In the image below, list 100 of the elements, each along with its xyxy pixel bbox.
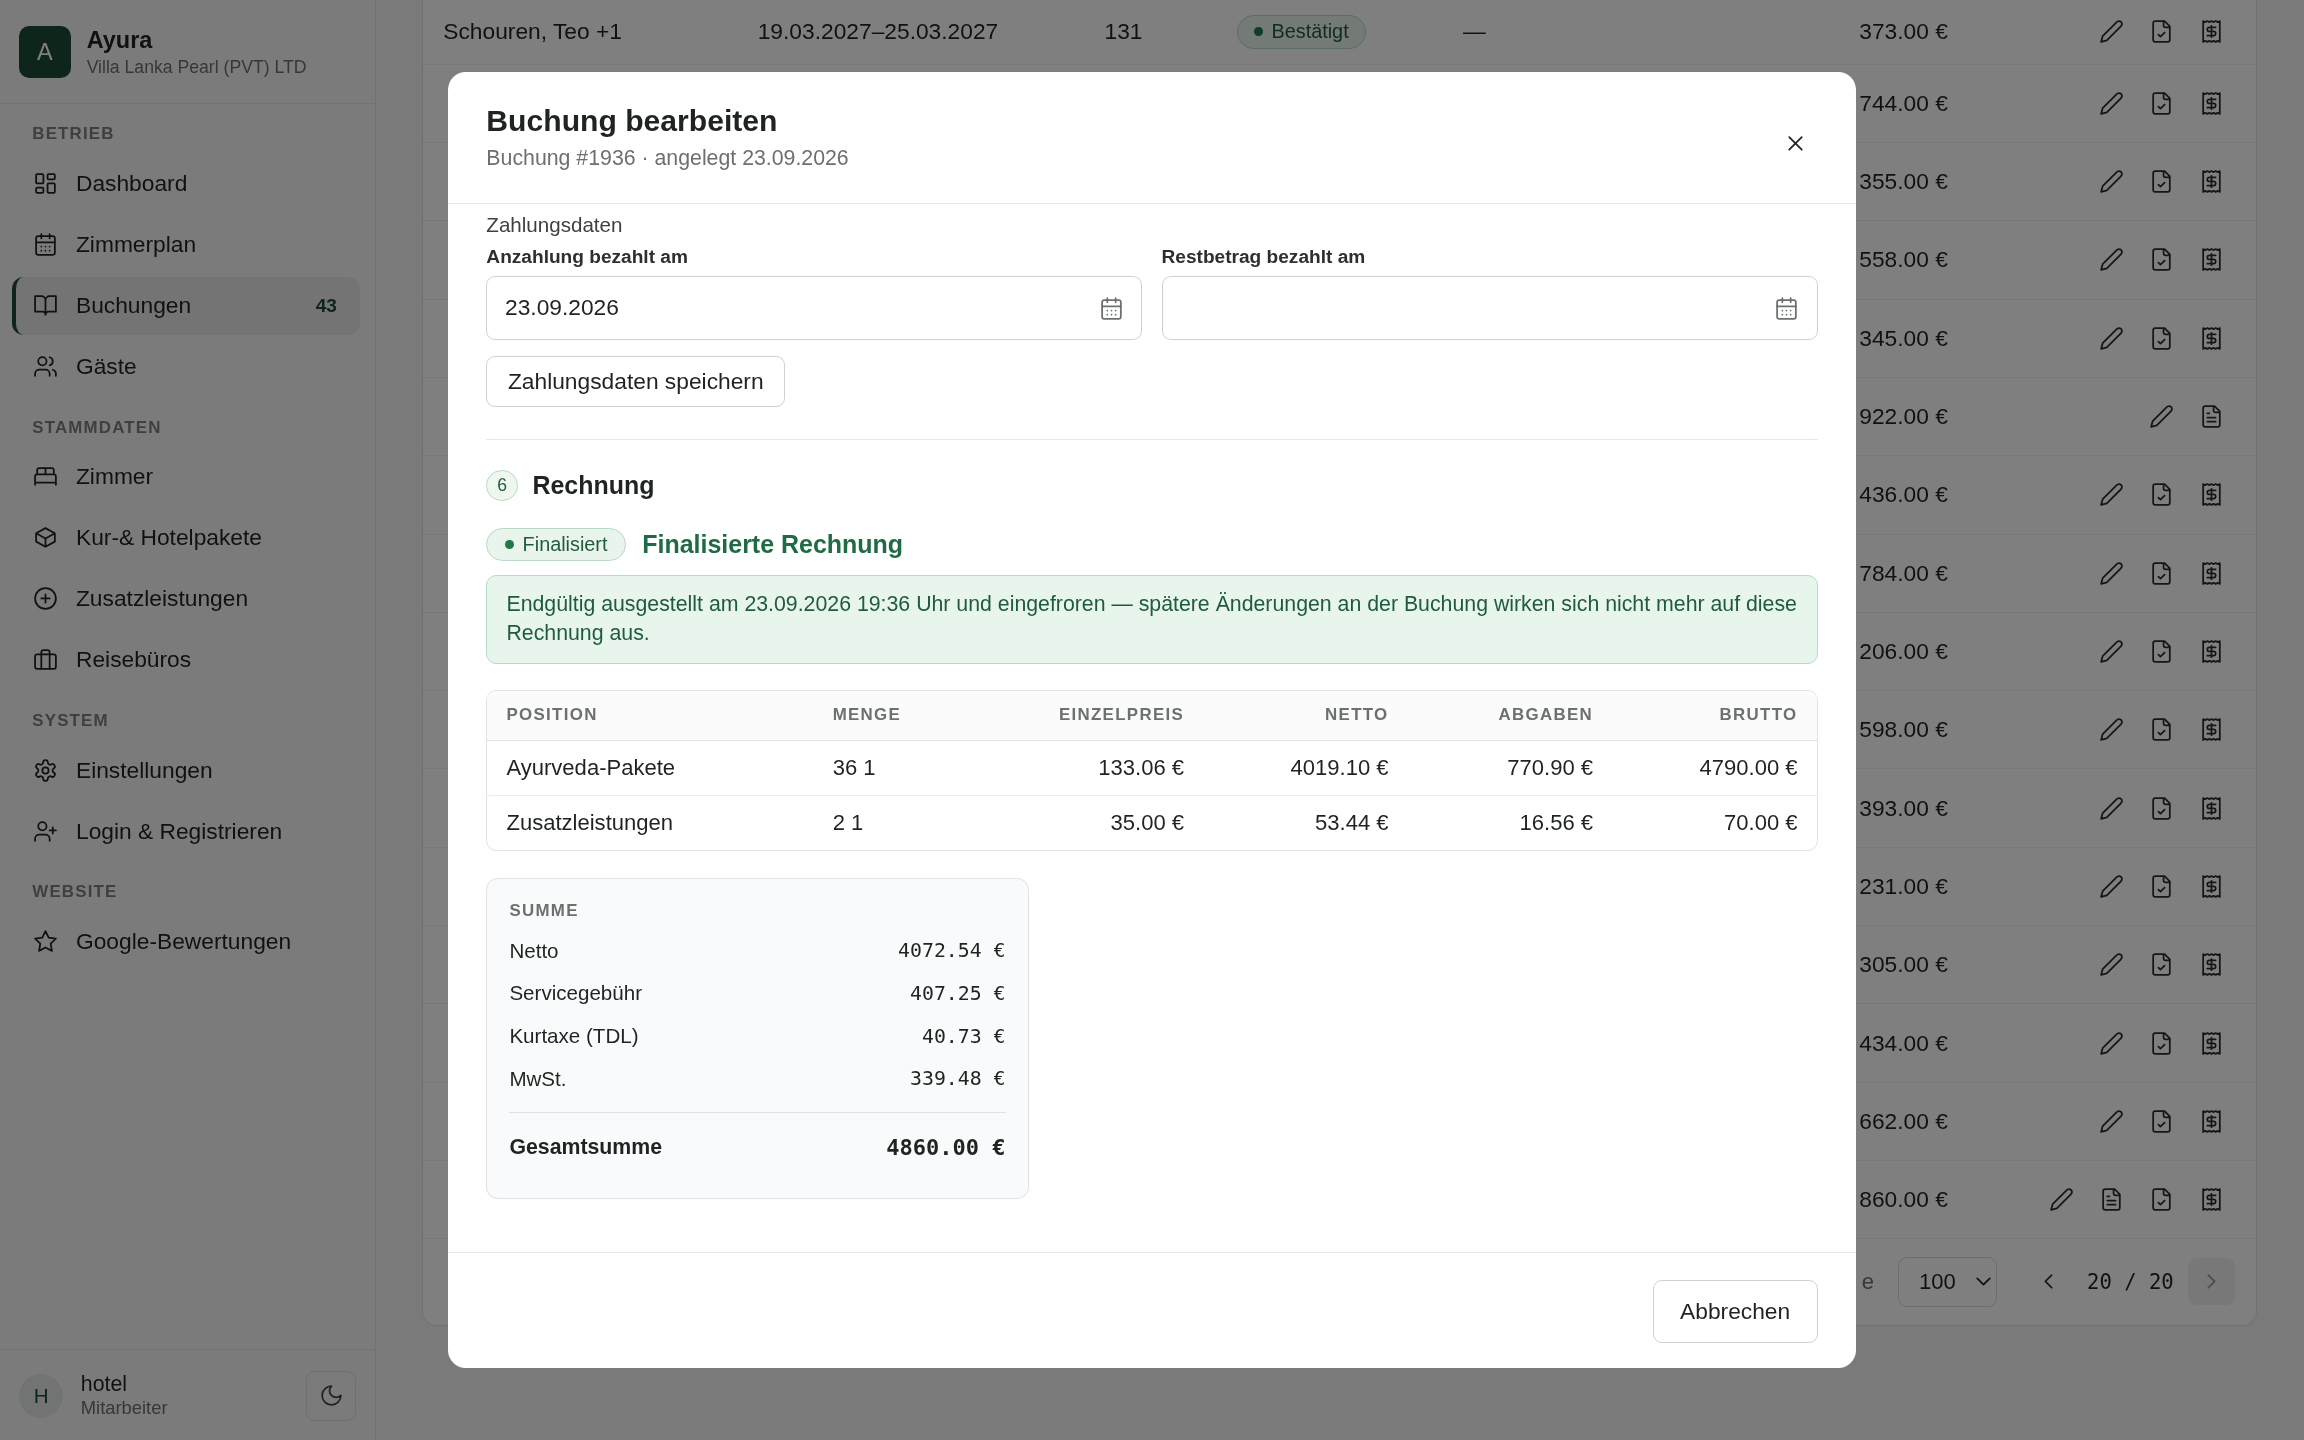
column-header: ABGABEN: [1498, 705, 1594, 725]
table-cell: Ayurveda-Pakete: [506, 754, 676, 780]
briefcase-icon: [33, 647, 59, 673]
summary-value: 407.25 €: [910, 981, 1006, 1005]
pencil-icon[interactable]: [2098, 1108, 2124, 1134]
section-heading: STAMMDATEN: [31, 416, 163, 439]
user-avatar: H: [19, 1373, 64, 1418]
table-cell: 598.00 €: [1859, 716, 1948, 743]
pencil-icon[interactable]: [2098, 717, 2124, 743]
nav-item[interactable]: Google-Bewertungen: [11, 912, 361, 971]
dialog-title: Buchung bearbeiten: [486, 104, 779, 139]
calendar-icon: [33, 232, 59, 258]
nav-item[interactable]: Zimmer: [11, 447, 361, 506]
section-heading: BETRIEB: [31, 123, 116, 146]
table-cell: Schouren, Teo +1: [443, 18, 622, 45]
date-input-field[interactable]: 23.09.2026: [486, 276, 1143, 340]
table-cell: 373.00 €: [1859, 18, 1948, 45]
pencil-icon[interactable]: [2098, 795, 2124, 821]
footer-label: e: [1861, 1268, 1875, 1295]
page-size-select[interactable]: 100: [1897, 1256, 1998, 1307]
moon-icon: [318, 1383, 344, 1409]
save-button[interactable]: Zahlungsdaten speichern: [486, 355, 786, 408]
summary-label: Kurtaxe (TDL): [509, 1024, 639, 1049]
summary-value: 4072.54 €: [898, 939, 1006, 963]
cube-icon: [33, 525, 59, 551]
table-cell: 662.00 €: [1859, 1107, 1948, 1134]
table-cell: 434.00 €: [1859, 1029, 1948, 1056]
pencil-icon[interactable]: [2098, 639, 2124, 664]
section-heading: SYSTEM: [31, 709, 110, 732]
section-heading: Zahlungsdaten: [486, 212, 624, 237]
pencil-icon[interactable]: [2098, 169, 2124, 195]
table-cell: 922.00 €: [1859, 403, 1948, 430]
page-indicator: 20 / 20: [2087, 1269, 2174, 1294]
table-cell: 19.03.2027–25.03.2027: [757, 18, 999, 45]
table-cell: 131: [1104, 18, 1143, 45]
nav-item[interactable]: Zusatzleistungen: [11, 569, 361, 628]
table-cell: 393.00 €: [1859, 794, 1948, 821]
field-label: Anzahlung bezahlt am: [486, 245, 689, 268]
table-cell: Zusatzleistungen: [506, 810, 673, 836]
plus-circle-icon: [33, 586, 59, 612]
step-number: 6: [486, 469, 518, 502]
dialog-subtitle: Buchung #1936 · angelegt 23.09.2026: [486, 145, 849, 171]
cancel-button[interactable]: Abbrechen: [1652, 1279, 1818, 1344]
column-header: POSITION: [506, 705, 598, 725]
company-name: Villa Lanka Pearl (PVT) LTD: [86, 56, 307, 78]
pencil-icon[interactable]: [2048, 1187, 2074, 1213]
total-label: Gesamtsumme: [509, 1135, 663, 1161]
pencil-icon[interactable]: [2098, 560, 2124, 586]
table-cell: 436.00 €: [1859, 481, 1948, 508]
table-cell: 784.00 €: [1859, 559, 1948, 586]
pencil-icon[interactable]: [2098, 90, 2124, 116]
grid-icon: [33, 171, 59, 197]
status-badge: Finalisiert: [486, 527, 627, 562]
pencil-icon[interactable]: [2098, 482, 2124, 508]
pencil-icon[interactable]: [2098, 873, 2124, 899]
logo-badge: A: [19, 26, 71, 78]
info-notice: Endgültig ausgestellt am 23.09.2026 19:36 Uhr und eingefroren — spätere Änderungen an der Buchung wirken sich nicht mehr auf diese Rechnung aus.: [486, 574, 1818, 664]
column-header: NETTO: [1325, 705, 1389, 725]
settings-icon: [33, 757, 59, 783]
table-cell: 305.00 €: [1859, 951, 1948, 978]
pencil-icon[interactable]: [2098, 247, 2124, 273]
pencil-icon[interactable]: [2098, 1030, 2124, 1056]
table-cell: 36 1: [832, 754, 876, 780]
table-cell: 70.00 €: [1724, 810, 1798, 836]
summary-value: 339.48 €: [910, 1067, 1006, 1091]
table-cell: 16.56 €: [1519, 810, 1594, 836]
pencil-icon[interactable]: [2148, 404, 2174, 430]
pencil-icon[interactable]: [2098, 952, 2124, 978]
nav-item[interactable]: Login & Registrieren: [11, 802, 361, 861]
date-input-field[interactable]: [1161, 276, 1818, 340]
table-cell: 558.00 €: [1859, 246, 1948, 273]
nav-item[interactable]: Einstellungen: [11, 741, 361, 800]
nav-item[interactable]: Dashboard: [11, 154, 361, 213]
column-header: EINZELPREIS: [1058, 705, 1185, 725]
summary-value: 40.73 €: [921, 1024, 1006, 1048]
theme-toggle-button[interactable]: [306, 1370, 357, 1421]
nav-item[interactable]: Gäste: [11, 337, 361, 396]
app-name: Ayura: [86, 26, 154, 54]
summary-label: Netto: [509, 938, 559, 963]
nav-item[interactable]: Zimmerplan: [11, 215, 361, 274]
summary-label: MwSt.: [509, 1066, 567, 1091]
table-cell: 133.06 €: [1098, 754, 1185, 780]
users-icon: [33, 354, 59, 380]
nav-item[interactable]: Buchungen 43: [11, 276, 361, 335]
table-cell: 53.44 €: [1315, 810, 1389, 836]
nav-item[interactable]: Kur-& Hotelpakete: [11, 508, 361, 567]
pencil-icon[interactable]: [2098, 19, 2124, 45]
nav-item[interactable]: Reisebüros: [11, 630, 361, 689]
user-role: Mitarbeiter: [80, 1397, 169, 1420]
column-header: MENGE: [832, 705, 902, 725]
pencil-icon[interactable]: [2098, 325, 2124, 351]
star-icon: [33, 929, 59, 954]
invoice-title: Finalisierte Rechnung: [642, 530, 904, 560]
section-heading: WEBSITE: [31, 881, 119, 904]
status-badge: Bestätigt: [1236, 14, 1366, 49]
summary-label: Servicegebühr: [509, 981, 642, 1006]
calendar-icon: [1774, 295, 1799, 321]
table-cell: 860.00 €: [1859, 1186, 1948, 1213]
table-cell: 4019.10 €: [1290, 754, 1389, 780]
table-cell: 345.00 €: [1859, 324, 1948, 351]
